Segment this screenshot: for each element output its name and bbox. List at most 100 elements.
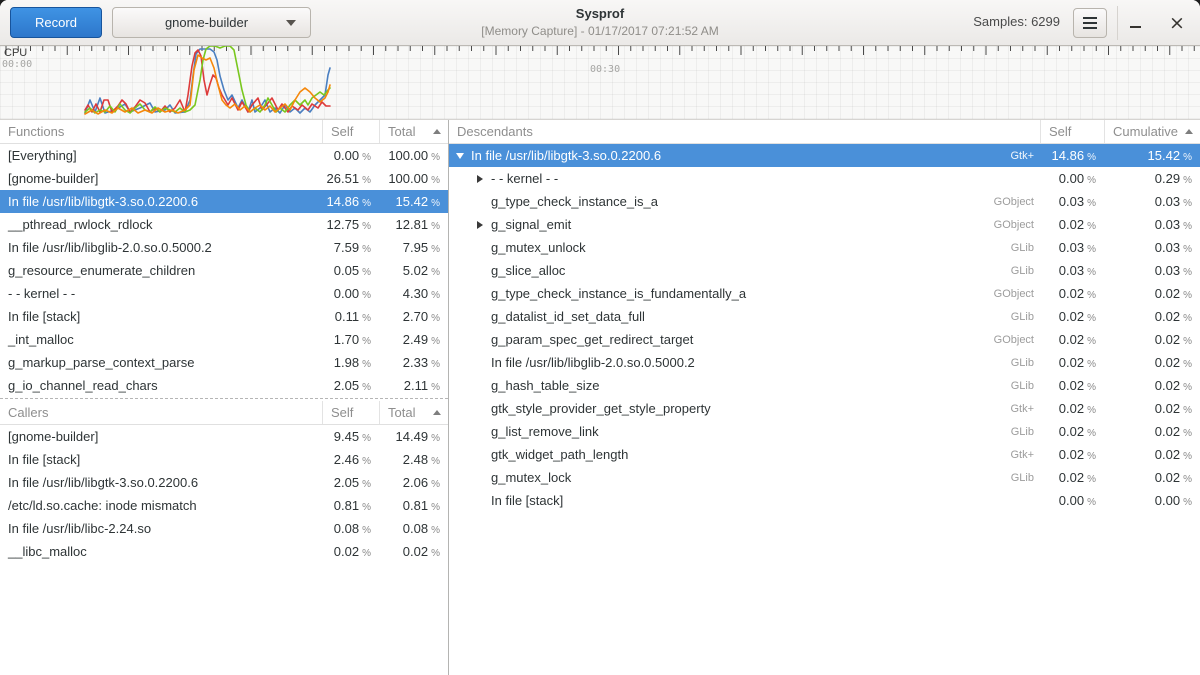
close-button[interactable]: × [1162, 8, 1192, 38]
percent-sign: % [1087, 497, 1096, 508]
cpu-usage-graph[interactable]: CPU 00:00 00:30 [0, 46, 1200, 120]
column-header-cumulative[interactable]: Cumulative [1104, 120, 1200, 143]
function-name: g_resource_enumerate_children [8, 263, 195, 278]
table-row[interactable]: [gnome-builder]9.45%14.49% [0, 425, 448, 448]
table-row[interactable]: g_list_remove_linkGLib0.02%0.02% [449, 420, 1200, 443]
expander-closed-icon[interactable] [475, 175, 491, 183]
table-row[interactable]: In file /usr/lib/libglib-2.0.so.0.5000.2… [449, 351, 1200, 374]
table-row[interactable]: [Everything]0.00%100.00% [0, 144, 448, 167]
table-row[interactable]: g_slice_allocGLib0.03%0.03% [449, 259, 1200, 282]
table-row[interactable]: gtk_style_provider_get_style_propertyGtk… [449, 397, 1200, 420]
table-row[interactable]: - - kernel - -0.00%4.30% [0, 282, 448, 305]
function-name: _int_malloc [8, 332, 74, 347]
table-row[interactable]: - - kernel - -0.00%0.29% [449, 167, 1200, 190]
percent-sign: % [1087, 313, 1096, 324]
function-name-cell: g_mutex_lockGLib [449, 470, 1040, 485]
table-row[interactable]: In file /usr/lib/libgtk-3.so.0.2200.614.… [0, 190, 448, 213]
process-selector-dropdown[interactable]: gnome-builder [112, 7, 311, 38]
table-row[interactable]: _int_malloc1.70%2.49% [0, 328, 448, 351]
total-value: 0.08% [379, 521, 448, 536]
percent-sign: % [1087, 221, 1096, 232]
table-row[interactable]: g_type_check_instance_is_fundamentally_a… [449, 282, 1200, 305]
self-value: 0.02% [1040, 447, 1104, 462]
sort-ascending-icon [1185, 129, 1193, 134]
callers-table-header: Callers Self Total [0, 401, 448, 425]
table-row[interactable]: g_datalist_id_set_data_fullGLib0.02%0.02… [449, 305, 1200, 328]
self-value: 0.08% [322, 521, 379, 536]
table-row[interactable]: In file /usr/lib/libgtk-3.so.0.2200.62.0… [0, 471, 448, 494]
record-button[interactable]: Record [10, 7, 102, 38]
table-row[interactable]: g_signal_emitGObject0.02%0.03% [449, 213, 1200, 236]
table-row[interactable]: In file [stack]0.11%2.70% [0, 305, 448, 328]
column-header-total[interactable]: Total [379, 401, 448, 424]
table-row[interactable]: g_type_check_instance_is_aGObject0.03%0.… [449, 190, 1200, 213]
percent-sign: % [362, 221, 371, 232]
table-row[interactable]: __libc_malloc0.02%0.02% [0, 540, 448, 563]
function-name: In file [stack] [491, 493, 563, 508]
total-value: 5.02% [379, 263, 448, 278]
function-name: In file /usr/lib/libgtk-3.so.0.2200.6 [8, 194, 198, 209]
table-row[interactable]: In file [stack]2.46%2.48% [0, 448, 448, 471]
chevron-down-icon [286, 20, 296, 26]
table-row[interactable]: [gnome-builder]26.51%100.00% [0, 167, 448, 190]
table-row[interactable]: In file /usr/lib/libglib-2.0.so.0.5000.2… [0, 236, 448, 259]
table-row[interactable]: /etc/ld.so.cache: inode mismatch0.81%0.8… [0, 494, 448, 517]
function-name-cell: g_param_spec_get_redirect_targetGObject [449, 332, 1040, 347]
function-name-cell: /etc/ld.so.cache: inode mismatch [0, 498, 322, 513]
percent-sign: % [1087, 267, 1096, 278]
self-value: 0.02% [1040, 401, 1104, 416]
table-row[interactable]: In file [stack]0.00%0.00% [449, 489, 1200, 512]
cumulative-value: 0.00% [1104, 493, 1200, 508]
menu-button[interactable] [1073, 8, 1107, 38]
function-name: In file /usr/lib/libglib-2.0.so.0.5000.2 [491, 355, 695, 370]
total-value: 2.33% [379, 355, 448, 370]
function-name-cell: g_markup_parse_context_parse [0, 355, 322, 370]
self-value: 0.05% [322, 263, 379, 278]
column-header-self[interactable]: Self [322, 120, 379, 143]
table-row[interactable]: g_param_spec_get_redirect_targetGObject0… [449, 328, 1200, 351]
percent-sign: % [1087, 451, 1096, 462]
function-name-cell: g_io_channel_read_chars [0, 378, 322, 393]
function-name: - - kernel - - [491, 171, 558, 186]
table-row[interactable]: g_mutex_unlockGLib0.03%0.03% [449, 236, 1200, 259]
column-header-self[interactable]: Self [322, 401, 379, 424]
self-value: 0.00% [322, 286, 379, 301]
percent-sign: % [362, 548, 371, 559]
percent-sign: % [431, 152, 440, 163]
functions-table-header: Functions Self Total [0, 120, 448, 144]
table-row[interactable]: g_io_channel_read_chars2.05%2.11% [0, 374, 448, 397]
table-row[interactable]: __pthread_rwlock_rdlock12.75%12.81% [0, 213, 448, 236]
column-header-callers[interactable]: Callers [0, 405, 322, 420]
self-value: 0.02% [1040, 424, 1104, 439]
self-value: 1.98% [322, 355, 379, 370]
expander-closed-icon[interactable] [475, 221, 491, 229]
cpu-label: CPU [4, 47, 27, 59]
total-value: 100.00% [379, 171, 448, 186]
total-value: 7.95% [379, 240, 448, 255]
function-name-cell: - - kernel - - [449, 171, 1040, 186]
cumulative-value: 0.02% [1104, 447, 1200, 462]
function-name-cell: gtk_widget_path_lengthGtk+ [449, 447, 1040, 462]
column-header-functions[interactable]: Functions [0, 124, 322, 139]
function-name: In file /usr/lib/libgtk-3.so.0.2200.6 [8, 475, 198, 490]
column-header-descendants[interactable]: Descendants [449, 124, 1040, 139]
column-header-self[interactable]: Self [1040, 120, 1104, 143]
percent-sign: % [362, 456, 371, 467]
triangle-right-icon [477, 221, 483, 229]
percent-sign: % [362, 198, 371, 209]
expander-open-icon[interactable] [455, 153, 471, 159]
function-name-cell: __libc_malloc [0, 544, 322, 559]
percent-sign: % [431, 433, 440, 444]
table-row[interactable]: In file /usr/lib/libc-2.24.so0.08%0.08% [0, 517, 448, 540]
self-value: 0.03% [1040, 263, 1104, 278]
table-row[interactable]: g_resource_enumerate_children 0.05%5.02% [0, 259, 448, 282]
minimize-button[interactable] [1120, 8, 1150, 38]
header-bar: Record gnome-builder Sysprof [Memory Cap… [0, 0, 1200, 46]
function-name-cell: In file /usr/lib/libgtk-3.so.0.2200.6 [0, 194, 322, 209]
table-row[interactable]: g_hash_table_sizeGLib0.02%0.02% [449, 374, 1200, 397]
column-header-total[interactable]: Total [379, 120, 448, 143]
table-row[interactable]: g_markup_parse_context_parse1.98%2.33% [0, 351, 448, 374]
table-row[interactable]: g_mutex_lockGLib0.02%0.02% [449, 466, 1200, 489]
table-row[interactable]: gtk_widget_path_lengthGtk+0.02%0.02% [449, 443, 1200, 466]
table-row[interactable]: In file /usr/lib/libgtk-3.so.0.2200.6Gtk… [449, 144, 1200, 167]
